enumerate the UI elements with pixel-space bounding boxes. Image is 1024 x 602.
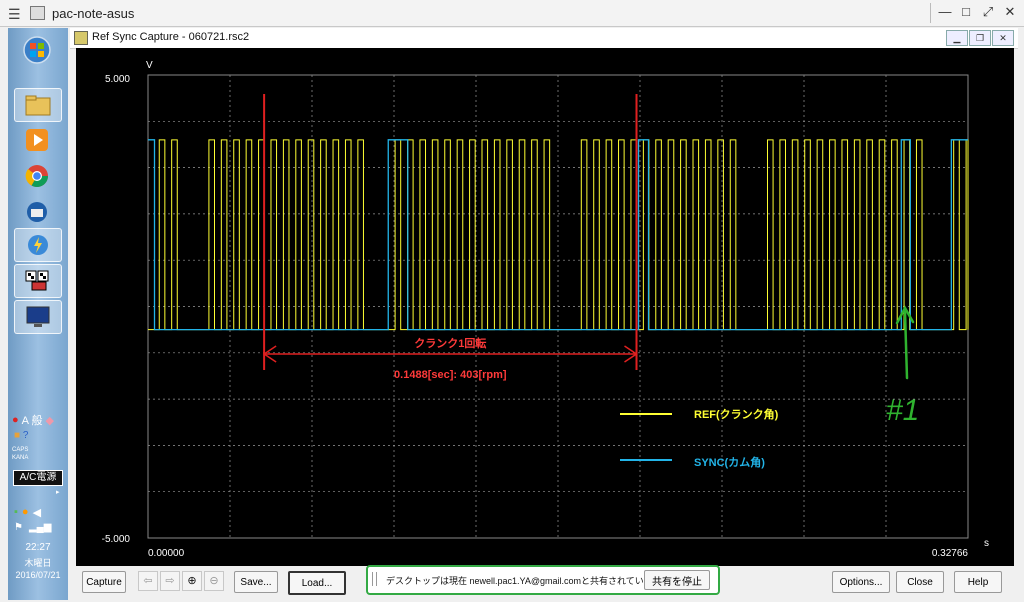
ime-mode-label: A 般 xyxy=(21,415,43,427)
waveform-chart: V s 5.000 -5.000 0.00000 0.32766 クランク1回転… xyxy=(102,60,989,559)
options-button[interactable]: Options... xyxy=(832,571,890,593)
close-button[interactable]: Close xyxy=(896,571,944,593)
back-arrow-icon[interactable]: ⇦ xyxy=(138,571,158,591)
save-button[interactable]: Save... xyxy=(234,571,278,593)
clock-weekday[interactable]: 木曜日 xyxy=(8,556,68,569)
signal-icon[interactable]: ▂▄▆ xyxy=(29,522,51,533)
zoom-in-icon[interactable]: ⊕ xyxy=(182,571,202,591)
flag-icon[interactable]: ⚑ xyxy=(14,522,23,533)
marker-arrow-shaft xyxy=(903,310,909,380)
tray-icons-row: ▪ ● ◀ xyxy=(14,506,41,519)
chart-legend: REF(クランク角) SYNC(カム角) xyxy=(620,407,779,469)
help-button[interactable]: Help xyxy=(954,571,1002,593)
explorer-icon[interactable] xyxy=(14,88,62,122)
media-player-icon[interactable] xyxy=(14,124,60,156)
outer-title-bar: ☰ pac-note-asus — □ ⤢ ✕ xyxy=(0,0,1024,27)
ac-power-badge: A/C電源 xyxy=(13,470,63,486)
load-button[interactable]: Load... xyxy=(288,571,346,595)
x-tick-label-right: 0.32766 xyxy=(932,548,969,559)
stop-sharing-button[interactable]: 共有を停止 xyxy=(644,570,710,590)
share-status-text: デスクトップは現在 newell.pac1.YA@gmail.comと共有されて… xyxy=(386,576,670,586)
close-window-button[interactable]: ✕ xyxy=(999,4,1021,20)
kana-label: KANA xyxy=(12,455,29,461)
network-icon[interactable]: ▪ xyxy=(14,506,18,519)
mdi-minimize-button[interactable]: ▁ xyxy=(946,30,968,46)
forward-arrow-icon[interactable]: ⇨ xyxy=(160,571,180,591)
monitor-icon[interactable] xyxy=(14,300,62,334)
clock-time[interactable]: 22:27 xyxy=(8,542,68,553)
plugin-icon[interactable] xyxy=(14,228,62,262)
chrome-icon[interactable] xyxy=(14,160,60,192)
capture-button[interactable]: Capture xyxy=(82,571,126,593)
sync-icon[interactable]: ● xyxy=(22,506,29,519)
taskbar: ● A 般 ◆ ■ ? CAPS KANA A/C電源 ▸ ▪ ● ◀ ⚑ ▂▄… xyxy=(8,28,68,600)
legend-label-ref: REF(クランク角) xyxy=(694,407,779,421)
separator xyxy=(930,3,931,23)
scope-plot-area: V s 5.000 -5.000 0.00000 0.32766 クランク1回転… xyxy=(76,48,1014,566)
volume-icon[interactable]: ◀ xyxy=(33,506,41,519)
share-notification-bar: デスクトップは現在 newell.pac1.YA@gmail.comと共有されて… xyxy=(366,565,720,595)
marker-label: #1 xyxy=(886,394,919,427)
clock-date[interactable]: 2016/07/21 xyxy=(8,570,68,580)
tray-help-icons[interactable]: ■ ? xyxy=(14,430,28,441)
app-title: Ref Sync Capture - 060721.rsc2 xyxy=(92,31,250,43)
thunderbird-icon[interactable] xyxy=(14,196,60,228)
expand-button[interactable]: ⤢ xyxy=(977,4,999,20)
x-tick-label-left: 0.00000 xyxy=(148,548,185,559)
y-axis-label: V xyxy=(146,60,153,71)
ref-sync-app-icon[interactable] xyxy=(14,264,62,298)
span-value: 0.1488[sec]: 403[rpm] xyxy=(394,369,507,381)
cylinder-marker: #1 xyxy=(886,305,919,427)
remote-desktop-icon xyxy=(30,6,45,20)
x-axis-label: s xyxy=(984,538,989,549)
maximize-button[interactable]: □ xyxy=(955,4,977,19)
toolbox-icon: ■ xyxy=(14,430,21,441)
mdi-close-button[interactable]: ✕ xyxy=(992,30,1014,46)
y-tick-label-top: 5.000 xyxy=(105,74,130,85)
caps-label: CAPS xyxy=(12,447,29,453)
tray-icons-row-2: ⚑ ▂▄▆ xyxy=(14,522,51,533)
bottom-toolbar: Capture ⇦ ⇨ ⊕ ⊖ Save... Load... デスクトップは現… xyxy=(70,565,1018,600)
start-orb-icon[interactable] xyxy=(14,34,60,66)
tray-expand-arrow-icon[interactable]: ▸ xyxy=(56,488,60,496)
app-icon xyxy=(74,31,88,45)
window-title: pac-note-asus xyxy=(52,6,135,21)
caps-kana-indicator: CAPS KANA xyxy=(12,446,28,462)
y-tick-label-bottom: -5.000 xyxy=(102,534,131,545)
span-label: クランク1回転 xyxy=(414,336,486,350)
mdi-restore-button[interactable]: ❐ xyxy=(969,30,991,46)
app-title-bar: Ref Sync Capture - 060721.rsc2 ▁ ❐ ✕ xyxy=(70,28,1018,49)
menu-icon[interactable]: ☰ xyxy=(8,6,21,23)
ime-tray[interactable]: ● A 般 ◆ xyxy=(12,412,54,428)
ime-icon: ● xyxy=(12,414,19,426)
share-grip-icon[interactable] xyxy=(372,572,377,586)
ime-tool-icon: ◆ xyxy=(45,414,54,427)
legend-label-sync: SYNC(カム角) xyxy=(694,455,765,469)
help-icon: ? xyxy=(22,430,29,441)
minimize-button[interactable]: — xyxy=(934,4,956,19)
zoom-out-icon[interactable]: ⊖ xyxy=(204,571,224,591)
